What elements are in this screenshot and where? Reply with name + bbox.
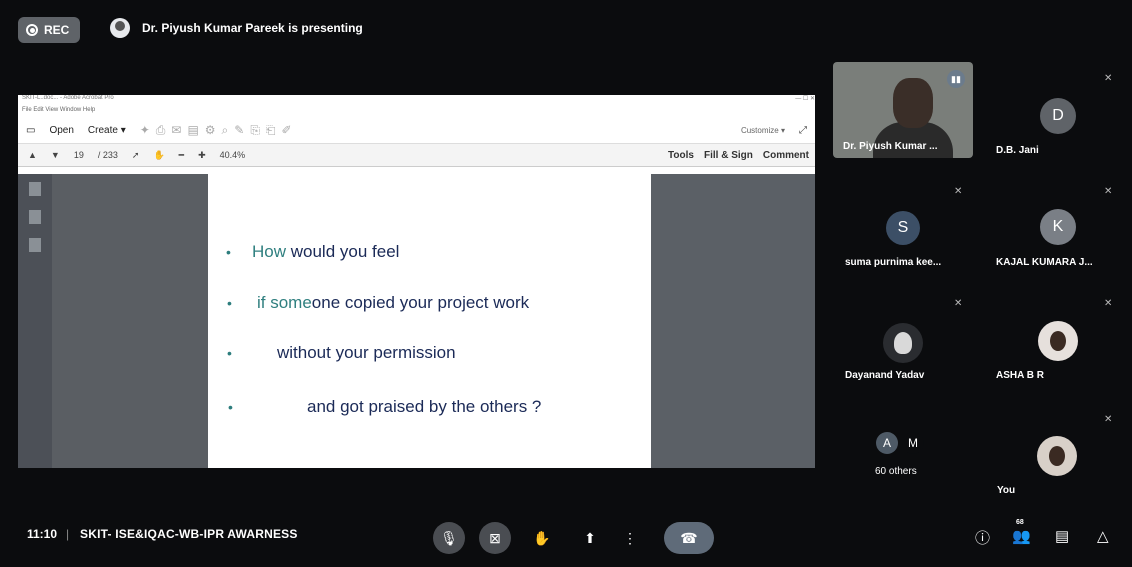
window-title: SKIT-L..doc... - Adobe Acrobat Pro — [22, 95, 114, 101]
leave-call-button[interactable]: ☎ — [664, 522, 714, 554]
people-count-badge: 68 — [1016, 519, 1024, 526]
document-pane: • How would you feel • if someone copied y… — [18, 174, 815, 468]
select-tool-icon[interactable]: ➚ — [132, 150, 140, 161]
mic-off-icon: ✕ — [954, 298, 963, 309]
participant-name-suma: suma purnima kee... — [845, 257, 942, 268]
bookmarks-icon[interactable] — [29, 210, 41, 224]
toolbar-icons[interactable]: ✦⎙✉▤⚙⌕✎⎘⎗✐ — [140, 123, 298, 138]
pdf-page: • How would you feel • if someone copied y… — [208, 174, 651, 468]
rec-label: REC — [44, 23, 70, 37]
zoom-out-icon[interactable]: ━ — [179, 150, 184, 161]
attachments-icon[interactable] — [29, 238, 41, 252]
others-avatar-a: A — [876, 432, 898, 454]
people-icon[interactable]: 👥 — [1012, 527, 1031, 545]
navigation-sidebar — [18, 174, 52, 468]
expand-icon[interactable]: ⤢ — [799, 125, 815, 136]
participant-name-asha: ASHA B R — [996, 370, 1044, 381]
mic-off-icon: ✕ — [1104, 298, 1113, 309]
more-vert-icon: ⋮ — [623, 529, 637, 546]
presenting-text: Dr. Piyush Kumar Pareek is presenting — [142, 21, 363, 35]
presenter-video-tile[interactable]: ▮▮ Dr. Piyush Kumar ... — [833, 62, 973, 158]
chat-icon[interactable]: ▤ — [1055, 527, 1069, 545]
prev-page-icon[interactable]: ▲ — [28, 150, 37, 160]
user-image-icon — [1049, 446, 1065, 466]
clock: 11:10 — [27, 527, 58, 541]
participant-name-db-jani: D.B. Jani — [996, 145, 1039, 156]
left-gutter — [52, 174, 208, 468]
presenter-face — [893, 78, 933, 128]
record-icon — [26, 24, 38, 36]
self-avatar — [1037, 436, 1077, 476]
participant-avatar-s: S — [886, 211, 920, 245]
page-count: / 233 — [97, 150, 118, 160]
task-pane-tabs: Tools Fill & Sign Comment — [668, 150, 815, 161]
bullet-line-3: • without your permission — [227, 343, 456, 362]
meeting-title[interactable]: SKIT- ISE&IQAC-WB-IPR AWARNESS — [80, 527, 298, 541]
mic-toggle-button[interactable]: 🎙 — [433, 522, 465, 554]
participant-avatar-k: K — [1040, 209, 1076, 245]
participant-name-kajal: KAJAL KUMARA J... — [996, 257, 1093, 268]
present-button[interactable]: ⬆ — [576, 522, 604, 554]
page-toolbar: ▲ ▼ 19 / 233 ➚ ✋ ━ ✚ 40.4% Tools Fill & … — [18, 144, 815, 167]
present-screen-icon: ⬆ — [584, 529, 596, 546]
tools-tab[interactable]: Tools — [668, 150, 694, 161]
right-gutter — [651, 174, 815, 468]
more-options-button[interactable]: ⋮ — [620, 522, 640, 554]
customize-button[interactable]: Customize ▾ — [741, 126, 785, 135]
pages-panel-icon[interactable] — [29, 182, 41, 196]
participant-avatar-asha — [1038, 321, 1078, 361]
participant-name-dayanand: Dayanand Yadav — [845, 370, 925, 381]
mic-off-icon: ✕ — [1104, 186, 1113, 197]
fill-sign-tab[interactable]: Fill & Sign — [704, 150, 753, 161]
open-folder-icon[interactable]: ▭ — [26, 125, 35, 136]
window-title-bar: SKIT-L..doc... - Adobe Acrobat Pro — ☐ ✕ — [18, 95, 815, 107]
bullet-line-1: • How would you feel — [226, 242, 400, 261]
self-label: You — [997, 485, 1016, 496]
open-button[interactable]: Open — [49, 125, 73, 136]
recording-badge[interactable]: REC — [18, 17, 80, 43]
camera-off-icon: ⊠ — [489, 529, 501, 546]
zoom-level[interactable]: 40.4% — [220, 150, 246, 160]
participant-avatar-dayanand — [883, 323, 923, 363]
participant-avatar-d: D — [1040, 98, 1076, 134]
others-count[interactable]: 60 others — [875, 466, 917, 477]
presenter-avatar — [110, 18, 130, 38]
next-page-icon[interactable]: ▼ — [51, 150, 60, 160]
mic-off-icon: ✕ — [1104, 73, 1113, 84]
divider: | — [66, 527, 70, 541]
meeting-info-icon[interactable]: ⓘ — [975, 527, 990, 548]
acrobat-toolbar: ▭ Open Create ▾ ✦⎙✉▤⚙⌕✎⎘⎗✐ Customize ▾ ⤢ — [18, 117, 815, 144]
menu-bar[interactable]: File Edit View Window Help — [18, 107, 815, 117]
mic-off-icon: ✕ — [954, 186, 963, 197]
create-button[interactable]: Create ▾ — [88, 125, 126, 136]
page-number[interactable]: 19 — [74, 150, 84, 160]
mic-off-icon: ✕ — [1104, 414, 1113, 425]
activities-icon[interactable]: △ — [1097, 527, 1109, 545]
others-avatar-m: M — [902, 432, 924, 454]
user-image-icon — [1050, 331, 1066, 351]
camera-toggle-button[interactable]: ⊠ — [479, 522, 511, 554]
presenting-banner: Dr. Piyush Kumar Pareek is presenting — [110, 18, 363, 38]
speaking-indicator-icon: ▮▮ — [947, 70, 965, 88]
user-image-icon — [894, 332, 912, 354]
raise-hand-button[interactable]: ✋ — [528, 522, 556, 554]
hang-up-icon: ☎ — [680, 529, 698, 546]
comment-tab[interactable]: Comment — [763, 150, 809, 161]
bullet-line-4: • and got praised by the others ? — [228, 397, 542, 416]
bullet-line-2: • if someone copied your project work — [227, 293, 530, 312]
hand-icon: ✋ — [533, 529, 551, 546]
zoom-in-icon[interactable]: ✚ — [198, 150, 206, 161]
presenter-tile-name: Dr. Piyush Kumar ... — [843, 141, 938, 152]
window-controls-icon[interactable]: — ☐ ✕ — [795, 95, 815, 107]
hand-tool-icon[interactable]: ✋ — [153, 150, 164, 161]
shared-screen[interactable]: SKIT-L..doc... - Adobe Acrobat Pro — ☐ ✕… — [18, 95, 815, 468]
mic-off-icon: 🎙 — [440, 529, 458, 546]
